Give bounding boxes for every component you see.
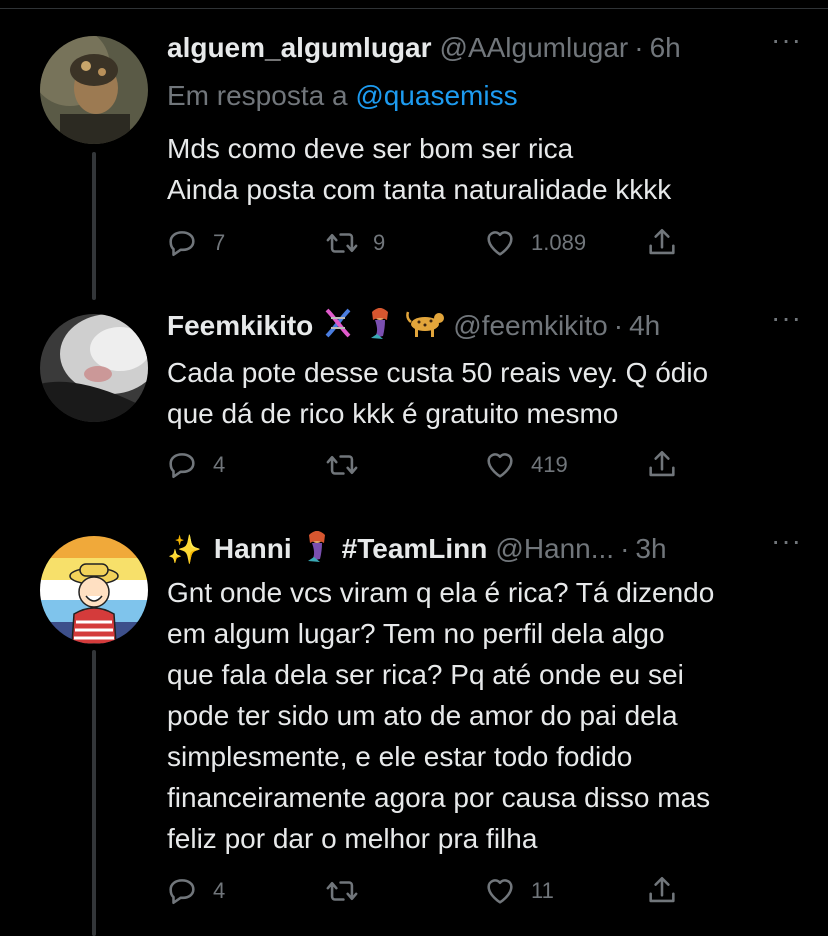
more-icon[interactable]: ··· — [771, 24, 802, 56]
separator-dot: · — [634, 32, 644, 63]
reply-icon — [169, 231, 195, 257]
text-line: simplesmente, e ele estar todo fodido — [167, 741, 633, 772]
avatar[interactable] — [40, 36, 148, 144]
avatar[interactable] — [40, 536, 148, 644]
timestamp[interactable]: 4h — [629, 310, 660, 342]
more-icon[interactable]: ··· — [771, 525, 802, 557]
reply-icon — [169, 453, 195, 479]
separator-dot: · — [613, 310, 624, 341]
reply-button[interactable]: 4 — [165, 448, 225, 482]
action-bar: 7 9 1.089 — [165, 226, 685, 266]
like-icon — [487, 231, 513, 256]
reply-count: 7 — [213, 230, 226, 255]
like-icon — [487, 453, 513, 478]
tweet-text: Mds como deve ser bom ser rica Ainda pos… — [167, 128, 807, 210]
reply-icon — [169, 879, 195, 905]
share-icon — [649, 450, 675, 477]
mermaid-icon — [363, 306, 397, 347]
display-name[interactable]: Hanni — [214, 533, 292, 565]
retweet-button[interactable] — [325, 874, 373, 908]
text-line: que fala dela ser rica? Pq até onde eu s… — [167, 659, 684, 690]
reply-count: 4 — [213, 878, 226, 903]
text-line: Ainda posta com tanta naturalidade kkkk — [167, 174, 672, 205]
retweet-button[interactable] — [325, 448, 373, 482]
reply-mention-link[interactable]: @quasemiss — [355, 80, 517, 111]
retweet-icon — [326, 881, 358, 901]
like-icon — [487, 879, 513, 904]
text-line: Mds como deve ser bom ser rica — [167, 133, 574, 164]
tweet-text: Cada pote desse custa 50 reais vey. Q ód… — [167, 352, 807, 434]
reply-count: 4 — [213, 452, 226, 477]
separator-dot: · — [620, 533, 630, 564]
user-handle[interactable]: @Hann... — [495, 533, 614, 565]
timestamp[interactable]: 6h — [650, 32, 681, 64]
reply-prefix: Em resposta a — [167, 80, 356, 111]
mermaid-icon — [300, 529, 334, 570]
action-bar: 4 419 — [165, 448, 685, 488]
reply-button[interactable]: 4 — [165, 874, 225, 908]
share-icon — [649, 876, 675, 903]
action-bar: 4 11 — [165, 874, 685, 914]
tweet-header: ✨ Hanni #TeamLinn @Hann... · 3h ··· — [167, 525, 808, 570]
thread-line — [92, 650, 96, 936]
retweet-icon — [326, 455, 358, 475]
avatar[interactable] — [40, 314, 148, 422]
user-handle[interactable]: @feemkikito — [453, 310, 607, 342]
retweet-icon — [326, 233, 358, 253]
share-icon — [649, 228, 675, 255]
text-line: feliz por dar o melhor pra filha — [167, 823, 538, 854]
reply-button[interactable]: 7 — [165, 226, 225, 260]
text-line: Gnt onde vcs viram q ela é rica? Tá dize… — [167, 577, 715, 608]
text-line: pode ter sido um ato de amor do pai dela — [167, 700, 678, 731]
timestamp[interactable]: 3h — [635, 533, 666, 565]
like-count: 419 — [531, 452, 568, 477]
like-count: 1.089 — [531, 230, 587, 255]
text-line: que dá de rico kkk é gratuito mesmo — [167, 398, 619, 429]
user-handle[interactable]: @AAlgumlugar — [440, 32, 629, 64]
like-count: 11 — [531, 878, 554, 903]
like-button[interactable]: 419 — [483, 448, 568, 482]
text-line: financeiramente agora por causa disso ma… — [167, 782, 711, 813]
share-button[interactable] — [645, 448, 679, 482]
retweet-count: 9 — [373, 230, 386, 255]
like-button[interactable]: 11 — [483, 874, 554, 908]
reply-context: Em resposta a @quasemiss — [167, 80, 518, 112]
display-name[interactable]: Feemkikito — [167, 310, 313, 342]
share-button[interactable] — [645, 226, 679, 260]
thread-line — [92, 152, 96, 300]
more-icon[interactable]: ··· — [771, 302, 802, 334]
leopard-icon — [405, 306, 445, 347]
sparkles-icon: ✨ — [167, 533, 202, 565]
tweet-text: Gnt onde vcs viram q ela é rica? Tá dize… — [167, 572, 807, 859]
display-name[interactable]: alguem_algumlugar — [167, 32, 432, 64]
text-line: Cada pote desse custa 50 reais vey. Q ód… — [167, 357, 709, 388]
dna-icon — [321, 306, 355, 347]
hashtag-name[interactable]: #TeamLinn — [342, 533, 488, 565]
like-button[interactable]: 1.089 — [483, 226, 586, 260]
tweet-header: alguem_algumlugar @AAlgumlugar · 6h ··· — [167, 24, 808, 68]
retweet-button[interactable]: 9 — [325, 226, 385, 260]
tweet-header: Feemkikito @feemkikito · 4h ··· — [167, 302, 808, 347]
top-divider — [0, 8, 828, 9]
text-line: em algum lugar? Tem no perfil dela algo — [167, 618, 665, 649]
share-button[interactable] — [645, 874, 679, 908]
